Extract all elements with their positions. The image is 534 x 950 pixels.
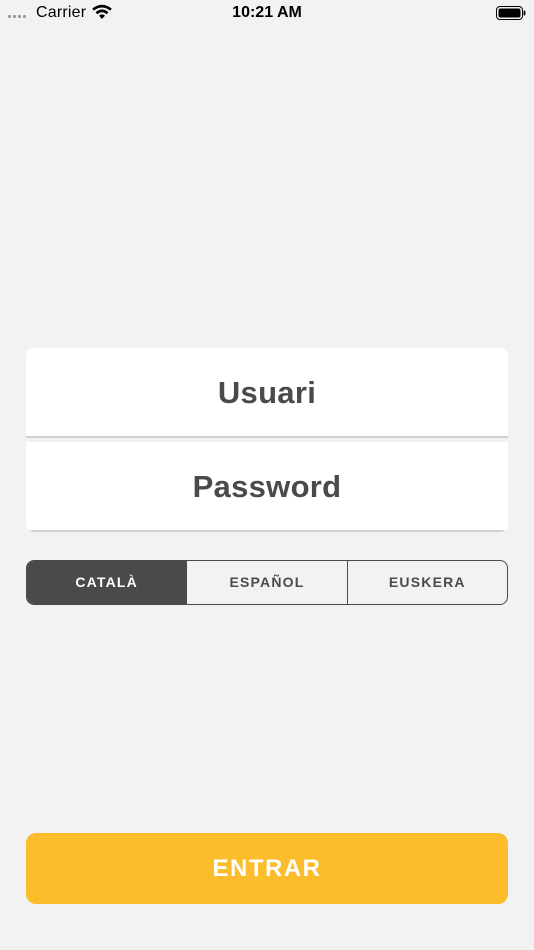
language-option-euskera[interactable]: EUSKERA <box>346 561 507 604</box>
username-field[interactable]: Usuari <box>26 348 508 438</box>
battery-icon <box>496 6 526 20</box>
clock: 10:21 AM <box>232 4 302 21</box>
password-field[interactable]: Password <box>26 442 508 532</box>
login-card: Usuari Password <box>26 348 508 532</box>
enter-button[interactable]: ENTRAR <box>26 833 508 904</box>
language-selector: CATALÀ ESPAÑOL EUSKERA <box>26 560 508 605</box>
status-bar: Carrier 10:21 AM <box>0 0 534 28</box>
language-option-catala[interactable]: CATALÀ <box>27 561 187 604</box>
language-option-espanol[interactable]: ESPAÑOL <box>186 561 346 604</box>
